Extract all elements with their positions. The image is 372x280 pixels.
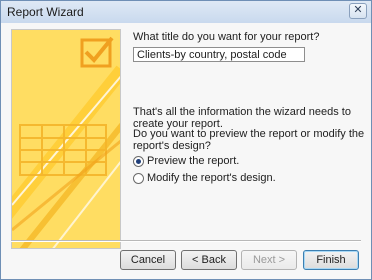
report-illustration-icon	[12, 30, 120, 248]
close-button[interactable]: ✕	[349, 3, 367, 19]
report-title-input[interactable]	[133, 47, 305, 62]
preview-report-option[interactable]: Preview the report.	[133, 154, 239, 168]
next-button[interactable]: Next >	[241, 250, 297, 270]
wizard-body: What title do you want for your report? …	[1, 23, 371, 279]
wizard-info-text: That's all the information the wizard ne…	[133, 106, 351, 130]
modify-radio-button[interactable]	[133, 172, 144, 184]
preview-or-modify-question: Do you want to preview the report or mod…	[133, 128, 365, 152]
preview-option-label: Preview the report.	[147, 155, 240, 167]
close-icon: ✕	[353, 4, 363, 16]
preview-radio-button[interactable]	[133, 155, 144, 167]
modify-design-option[interactable]: Modify the report's design.	[133, 171, 276, 185]
report-title-prompt: What title do you want for your report?	[133, 31, 320, 43]
report-wizard-window: Report Wizard ✕ What title do you want f…	[0, 0, 372, 280]
title-bar[interactable]: Report Wizard ✕	[1, 1, 371, 23]
back-button[interactable]: < Back	[181, 250, 237, 270]
button-separator	[11, 240, 361, 242]
modify-option-label: Modify the report's design.	[147, 172, 276, 184]
finish-button[interactable]: Finish	[303, 250, 359, 270]
cancel-button[interactable]: Cancel	[120, 250, 176, 270]
wizard-illustration	[11, 29, 121, 249]
window-title: Report Wizard	[7, 5, 84, 19]
